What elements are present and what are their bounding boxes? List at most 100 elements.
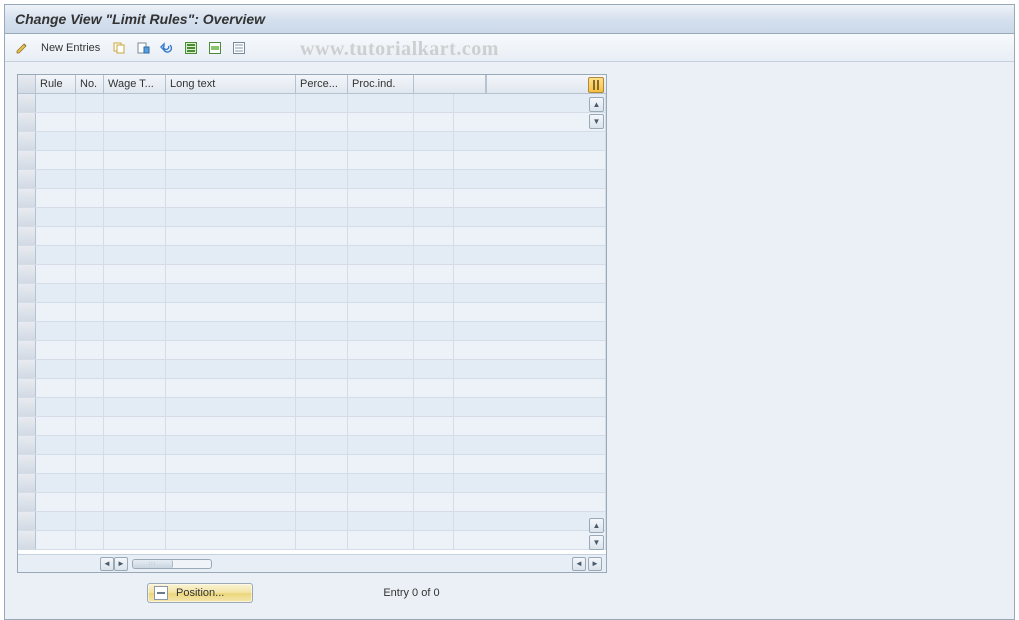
grid-cell[interactable] [348,341,414,359]
grid-cell[interactable] [414,284,454,302]
grid-cell[interactable] [348,303,414,321]
grid-cell[interactable] [36,436,76,454]
grid-cell[interactable] [296,170,348,188]
table-row[interactable] [18,417,606,436]
hscroll-right2-icon[interactable]: ► [588,557,602,571]
grid-cell[interactable] [166,436,296,454]
row-selector[interactable] [18,436,36,454]
grid-cell[interactable] [166,398,296,416]
grid-cell[interactable] [36,474,76,492]
grid-cell[interactable] [348,512,414,530]
select-block-icon[interactable] [206,39,224,57]
table-row[interactable] [18,246,606,265]
grid-cell[interactable] [104,113,166,131]
grid-cell[interactable] [166,322,296,340]
row-selector[interactable] [18,208,36,226]
grid-cell[interactable] [76,208,104,226]
grid-cell[interactable] [348,493,414,511]
grid-cell[interactable] [296,284,348,302]
grid-cell[interactable] [76,474,104,492]
hscroll-left2-icon[interactable]: ◄ [572,557,586,571]
row-selector[interactable] [18,284,36,302]
row-selector[interactable] [18,265,36,283]
row-selector[interactable] [18,455,36,473]
grid-cell[interactable] [104,284,166,302]
vscroll-up-icon[interactable]: ▲ [589,97,604,112]
grid-cell[interactable] [414,151,454,169]
vscroll-up2-icon[interactable]: ▲ [589,518,604,533]
grid-cell[interactable] [104,512,166,530]
row-selector[interactable] [18,322,36,340]
grid-cell[interactable] [104,208,166,226]
row-selector[interactable] [18,512,36,530]
grid-cell[interactable] [414,398,454,416]
grid-cell[interactable] [36,398,76,416]
grid-cell[interactable] [104,360,166,378]
grid-cell[interactable] [414,455,454,473]
table-row[interactable] [18,94,606,113]
grid-cell[interactable] [348,132,414,150]
grid-cell[interactable] [104,322,166,340]
table-row[interactable] [18,208,606,227]
grid-cell[interactable] [348,398,414,416]
grid-cell[interactable] [36,303,76,321]
grid-cell[interactable] [166,455,296,473]
grid-cell[interactable] [348,322,414,340]
col-header-long[interactable]: Long text [166,75,296,93]
grid-cell[interactable] [296,341,348,359]
grid-cell[interactable] [166,303,296,321]
grid-cell[interactable] [296,512,348,530]
grid-cell[interactable] [348,455,414,473]
grid-cell[interactable] [296,113,348,131]
table-row[interactable] [18,170,606,189]
grid-cell[interactable] [166,379,296,397]
grid-cell[interactable] [414,227,454,245]
grid-cell[interactable] [36,360,76,378]
grid-cell[interactable] [296,531,348,549]
grid-cell[interactable] [104,398,166,416]
grid-cell[interactable] [104,227,166,245]
grid-cell[interactable] [296,303,348,321]
row-selector[interactable] [18,341,36,359]
grid-cell[interactable] [296,265,348,283]
col-header-last[interactable] [414,75,486,93]
grid-cell[interactable] [348,436,414,454]
grid-cell[interactable] [36,113,76,131]
grid-cell[interactable] [36,493,76,511]
table-row[interactable] [18,113,606,132]
grid-cell[interactable] [166,151,296,169]
grid-cell[interactable] [104,132,166,150]
table-row[interactable] [18,303,606,322]
grid-cell[interactable] [348,246,414,264]
grid-cell[interactable] [166,113,296,131]
grid-cell[interactable] [36,94,76,112]
grid-cell[interactable] [104,94,166,112]
table-row[interactable] [18,265,606,284]
grid-cell[interactable] [36,379,76,397]
grid-cell[interactable] [414,322,454,340]
table-row[interactable] [18,322,606,341]
grid-cell[interactable] [414,379,454,397]
grid-cell[interactable] [296,322,348,340]
grid-cell[interactable] [166,227,296,245]
table-row[interactable] [18,284,606,303]
table-row[interactable] [18,227,606,246]
row-selector[interactable] [18,94,36,112]
hscroll-thumb[interactable]: ::: [133,560,173,568]
grid-cell[interactable] [76,493,104,511]
grid-cell[interactable] [166,265,296,283]
grid-cell[interactable] [36,531,76,549]
grid-cell[interactable] [104,531,166,549]
table-row[interactable] [18,436,606,455]
grid-cell[interactable] [414,94,454,112]
grid-cell[interactable] [348,360,414,378]
grid-cell[interactable] [36,170,76,188]
grid-cell[interactable] [348,189,414,207]
grid-cell[interactable] [348,113,414,131]
row-selector[interactable] [18,417,36,435]
grid-cell[interactable] [166,208,296,226]
grid-cell[interactable] [414,189,454,207]
grid-cell[interactable] [36,455,76,473]
grid-cell[interactable] [414,417,454,435]
grid-cell[interactable] [36,208,76,226]
